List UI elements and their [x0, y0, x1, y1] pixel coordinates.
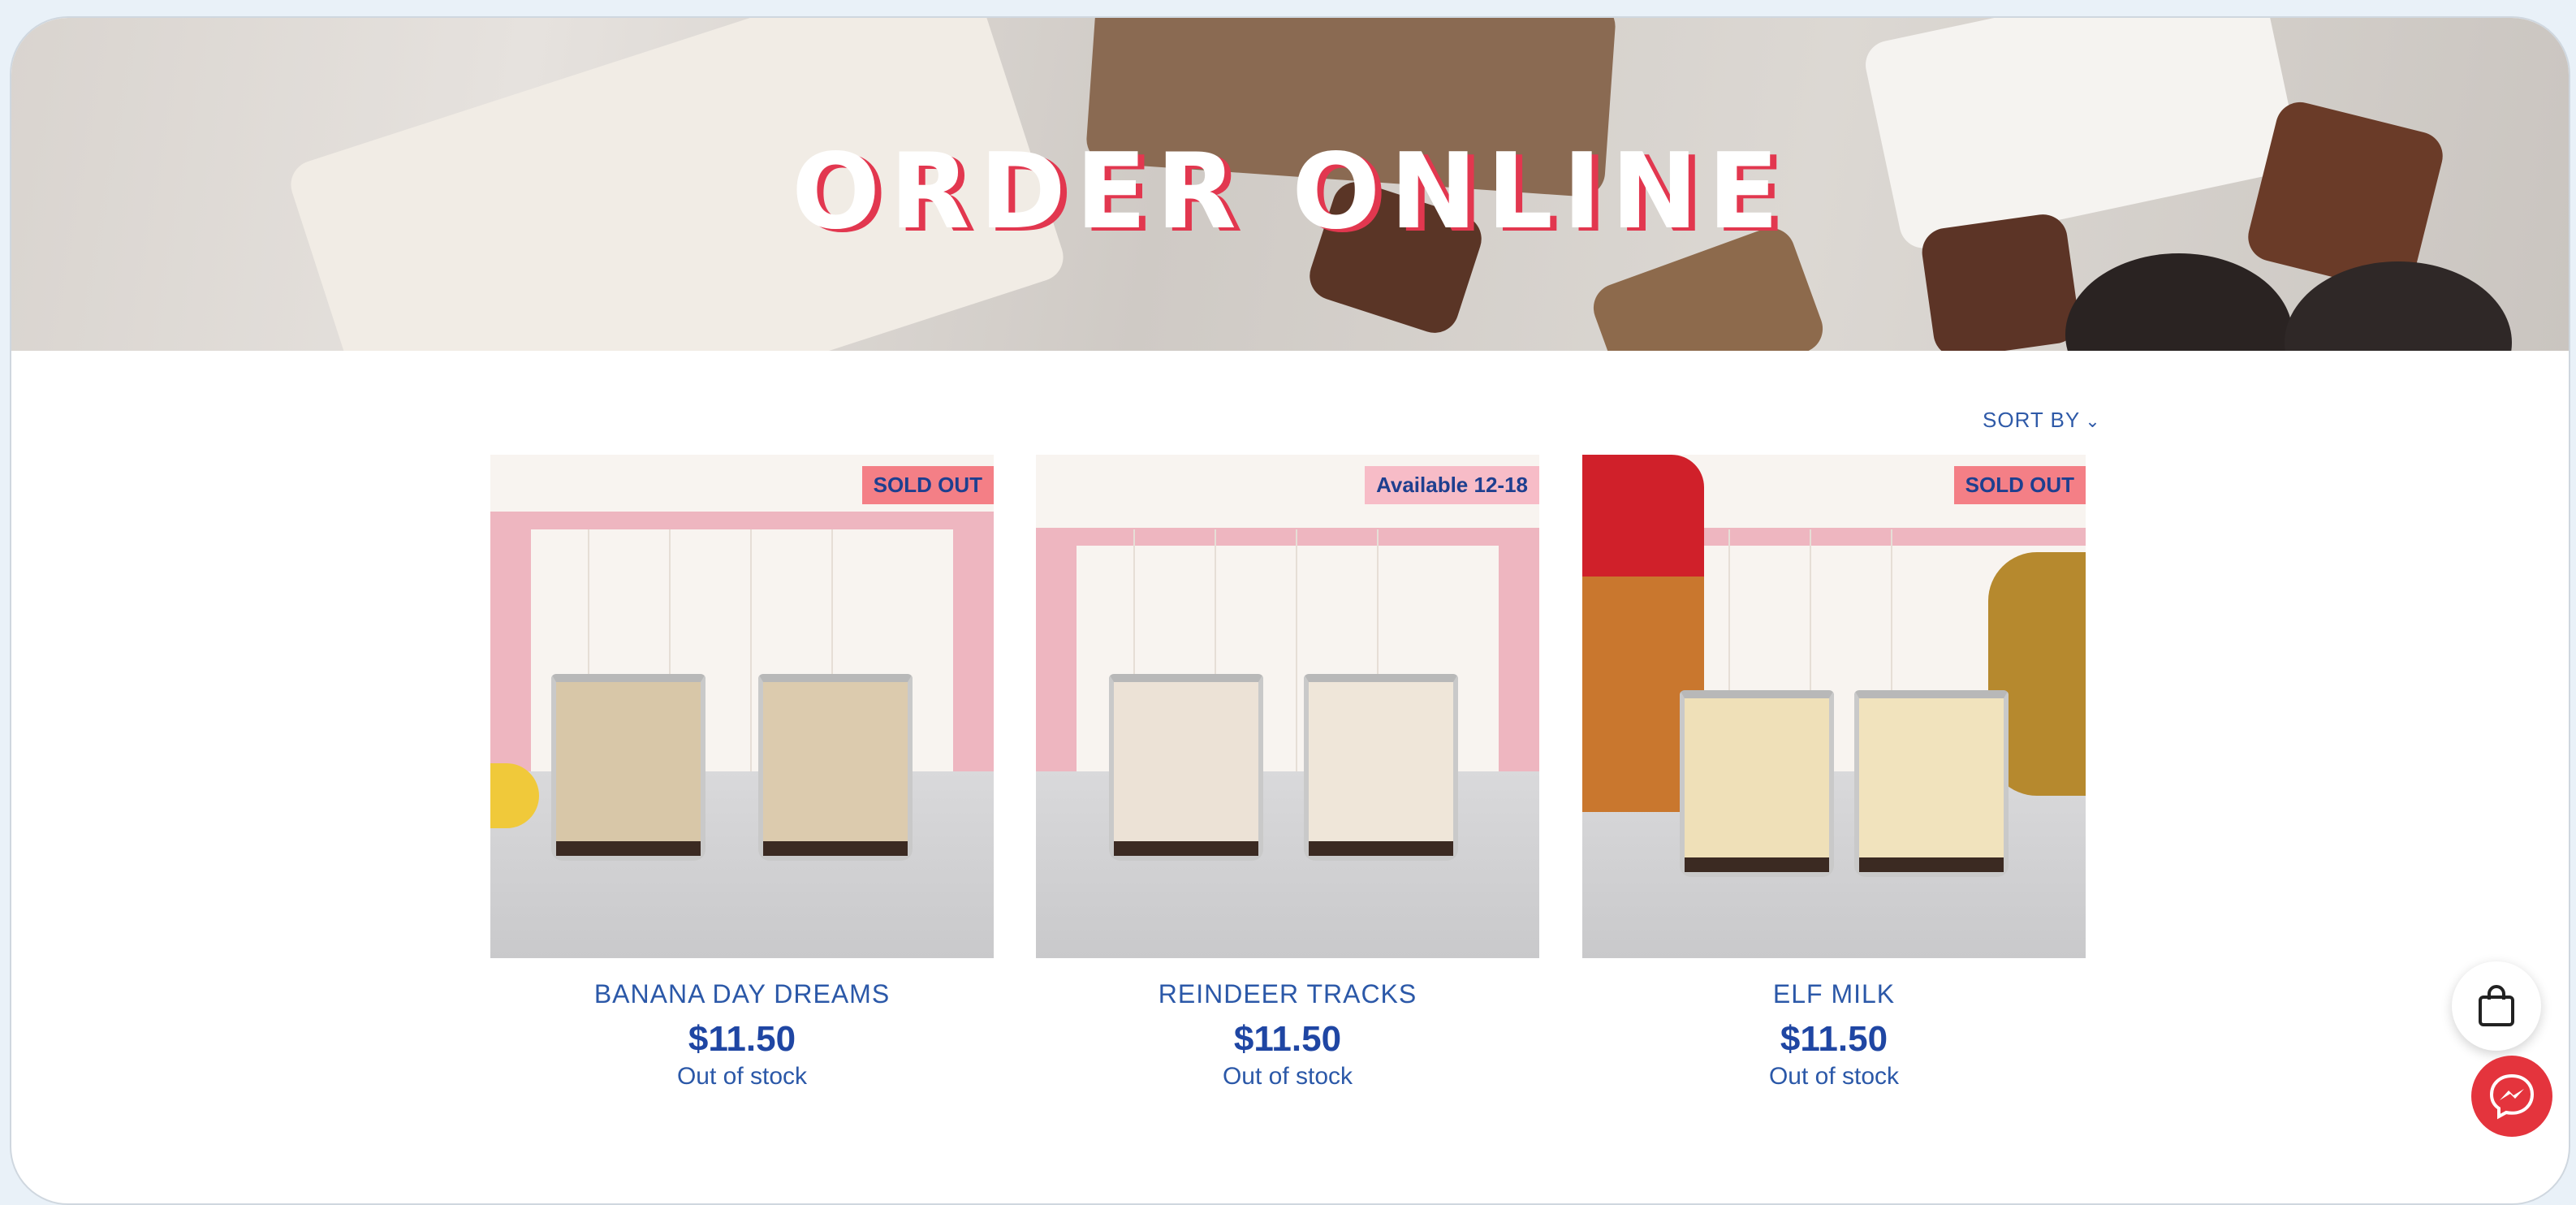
shopping-bag-icon [2479, 985, 2514, 1026]
ice-cream-pint [1304, 674, 1458, 861]
product-card-banana-day-dreams[interactable]: SOLD OUT BANANA DAY DREAMS $11.50 Out of… [490, 455, 994, 1091]
product-image-panel [750, 529, 752, 771]
hero-banner: ORDER ONLINE [11, 18, 2569, 351]
product-image-stripe [953, 529, 994, 771]
product-price: $11.50 [688, 1019, 796, 1059]
messenger-icon [2489, 1073, 2535, 1120]
page-frame: ORDER ONLINE SORT BY ⌄ SOLD OUT BANANA DA… [10, 16, 2570, 1205]
product-price: $11.50 [1780, 1019, 1888, 1059]
hero-decor-cookie [2285, 261, 2512, 351]
cart-button[interactable] [2452, 961, 2541, 1051]
product-image-stripe [1499, 546, 1539, 771]
product-card-elf-milk[interactable]: SOLD OUT ELF MILK $11.50 Out of stock [1582, 455, 2086, 1091]
sort-by-dropdown[interactable]: SORT BY ⌄ [1983, 408, 2101, 433]
stock-status: Out of stock [1222, 1063, 1353, 1090]
ice-cream-pint [1109, 674, 1263, 861]
product-price: $11.50 [1233, 1019, 1342, 1059]
hero-decor-cookie [2065, 253, 2293, 351]
product-image-stripe [1036, 528, 1539, 546]
product-image-stripe [1036, 546, 1077, 771]
sold-out-badge: SOLD OUT [1953, 466, 2086, 504]
availability-badge: Available 12-18 [1365, 466, 1539, 504]
product-name[interactable]: BANANA DAY DREAMS [490, 979, 994, 1009]
ice-cream-pint [758, 674, 913, 861]
stock-status: Out of stock [1768, 1063, 1900, 1090]
sort-by-label: SORT BY [1983, 408, 2081, 432]
ice-cream-pint [551, 674, 705, 861]
product-image[interactable]: SOLD OUT [490, 455, 994, 958]
page-title: ORDER ONLINE [792, 132, 1789, 253]
product-image-panel [1296, 529, 1297, 771]
product-image-stripe [490, 512, 994, 529]
messenger-button[interactable] [2471, 1056, 2552, 1137]
stock-status: Out of stock [676, 1063, 808, 1090]
product-name[interactable]: ELF MILK [1582, 979, 2086, 1009]
product-name[interactable]: REINDEER TRACKS [1036, 979, 1539, 1009]
product-image[interactable]: Available 12-18 [1036, 455, 1539, 958]
product-image[interactable]: SOLD OUT [1582, 455, 2086, 958]
chevron-down-icon: ⌄ [2085, 411, 2101, 431]
product-image-stripe [490, 529, 531, 771]
product-card-reindeer-tracks[interactable]: Available 12-18 REINDEER TRACKS $11.50 O… [1036, 455, 1539, 1091]
ice-cream-pint [1680, 690, 1834, 877]
ice-cream-pint [1854, 690, 2009, 877]
sold-out-badge: SOLD OUT [861, 466, 994, 504]
